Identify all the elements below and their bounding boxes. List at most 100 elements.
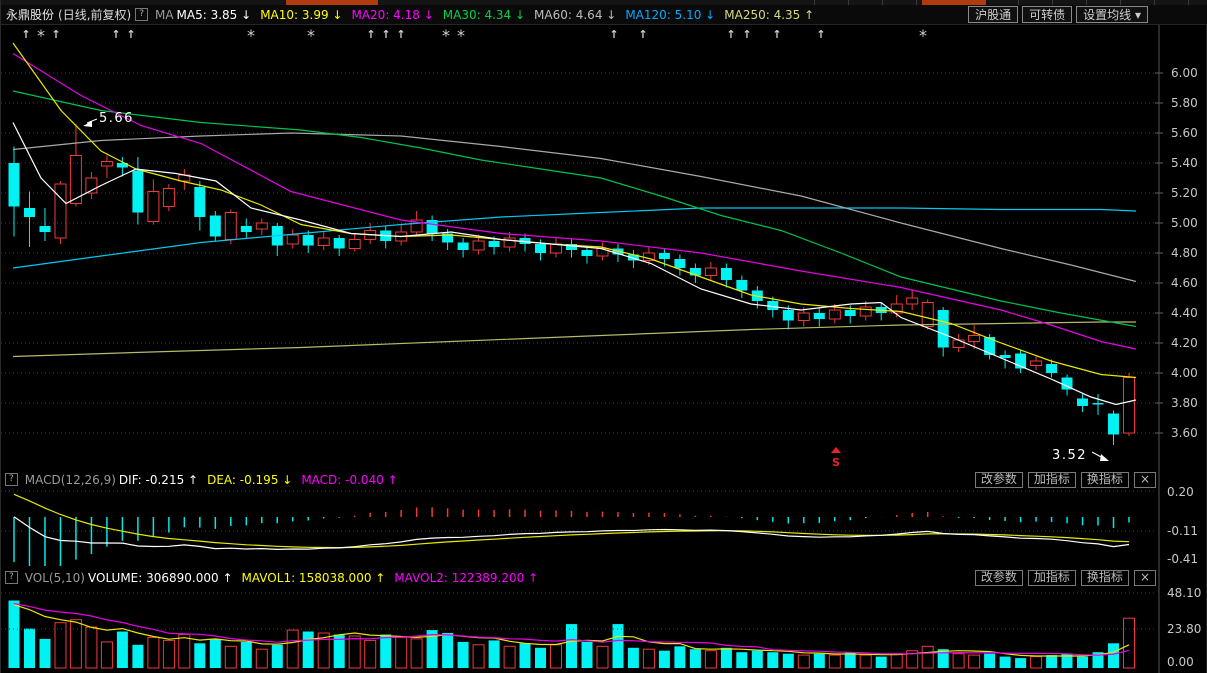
volume-bar xyxy=(396,637,407,668)
volume-bar xyxy=(349,636,360,668)
candle xyxy=(938,310,949,348)
candle xyxy=(814,313,825,319)
event-asterisk-icon[interactable]: * xyxy=(919,26,927,45)
event-arrow-icon[interactable]: ↑ xyxy=(21,28,30,41)
candle xyxy=(349,240,360,249)
macd-switch-indicator-button[interactable]: 换指标 xyxy=(1081,472,1129,488)
macd-legend: DIF: -0.215 ↑DEA: -0.195 ↓MACD: -0.040 ↑ xyxy=(119,473,407,487)
vol-add-indicator-button[interactable]: 加指标 xyxy=(1028,570,1076,586)
candle xyxy=(736,280,747,291)
event-arrow-icon[interactable]: ↑ xyxy=(772,28,781,41)
candle xyxy=(1108,414,1119,435)
volume-bar xyxy=(566,624,577,668)
volume-bar xyxy=(86,627,97,668)
volume-bar xyxy=(70,620,81,668)
xr-s-marker[interactable]: S xyxy=(832,456,840,469)
volume-bar xyxy=(458,642,469,668)
xr-triangle-icon[interactable] xyxy=(831,447,841,453)
event-arrow-icon[interactable]: ↑ xyxy=(396,28,405,41)
volume-bar xyxy=(24,629,35,668)
candle xyxy=(163,189,174,207)
volume-bar xyxy=(272,645,283,668)
price-axis-label: 5.00 xyxy=(1171,216,1198,230)
event-arrow-icon[interactable]: ↑ xyxy=(726,28,735,41)
ma-line-MA250 xyxy=(13,322,1136,357)
macd-add-indicator-button[interactable]: 加指标 xyxy=(1028,472,1076,488)
volume-bar xyxy=(163,640,174,668)
hgt-button[interactable]: 沪股通 xyxy=(968,6,1018,23)
event-asterisk-icon[interactable]: * xyxy=(307,26,315,45)
vol-help-button[interactable]: ? xyxy=(5,571,18,584)
vol-change-params-button[interactable]: 改参数 xyxy=(975,570,1023,586)
event-arrow-icon[interactable]: ↑ xyxy=(742,28,751,41)
volume-bar xyxy=(256,649,267,668)
macd-help-button[interactable]: ? xyxy=(5,473,18,486)
volume-bar xyxy=(1015,658,1026,668)
legend-item: DEA: -0.195 ↓ xyxy=(207,473,292,487)
candle xyxy=(132,171,143,213)
event-arrow-icon[interactable]: ↑ xyxy=(609,28,618,41)
dif-line xyxy=(14,517,1129,550)
volume-bar xyxy=(40,639,51,668)
candle xyxy=(194,187,205,217)
volume-bar xyxy=(829,655,840,668)
macd-axis-label: -0.41 xyxy=(1167,552,1198,566)
event-asterisk-icon[interactable]: * xyxy=(457,26,465,45)
volume-bar xyxy=(535,648,546,668)
volume-bar xyxy=(767,652,778,668)
price-axis-label: 4.20 xyxy=(1171,336,1198,350)
volume-bar xyxy=(674,646,685,668)
event-arrow-icon[interactable]: ↑ xyxy=(381,28,390,41)
help-button[interactable]: ? xyxy=(135,8,148,21)
candle xyxy=(55,184,66,238)
volume-bar xyxy=(721,648,732,668)
legend-item: VOLUME: 306890.000 ↑ xyxy=(88,571,233,585)
volume-bar xyxy=(953,654,964,668)
candle xyxy=(241,226,252,232)
volume-bar xyxy=(969,655,980,668)
candle xyxy=(148,192,159,222)
candle xyxy=(473,241,484,250)
volume-bar xyxy=(148,637,159,668)
vol-switch-indicator-button[interactable]: 换指标 xyxy=(1081,570,1129,586)
macd-axis-label: 0.20 xyxy=(1167,485,1194,499)
event-arrow-icon[interactable]: ↑ xyxy=(51,28,60,41)
candle xyxy=(721,268,732,280)
ma-settings-button[interactable]: 设置均线 ▾ xyxy=(1076,6,1148,23)
event-arrow-icon[interactable]: ↑ xyxy=(816,28,825,41)
ma-line-MA10 xyxy=(13,43,1136,378)
macd-change-params-button[interactable]: 改参数 xyxy=(975,472,1023,488)
macd-close-icon[interactable]: × xyxy=(1134,472,1156,488)
candle xyxy=(705,268,716,276)
dea-line xyxy=(14,494,1129,547)
price-annotation: 5.66 xyxy=(99,111,134,126)
candle xyxy=(535,244,546,253)
legend-item: MAVOL2: 122389.200 ↑ xyxy=(394,571,538,585)
ma-line-MA20 xyxy=(13,54,1136,350)
event-arrow-icon[interactable]: ↑ xyxy=(111,28,120,41)
event-asterisk-icon[interactable]: * xyxy=(247,26,255,45)
price-axis-label: 4.00 xyxy=(1171,366,1198,380)
vol-legend: VOLUME: 306890.000 ↑ MAVOL1: 158038.000 ↑… xyxy=(88,571,547,585)
volume-bar xyxy=(210,639,221,668)
event-asterisk-icon[interactable]: * xyxy=(37,26,45,45)
volume-bar xyxy=(876,657,887,668)
event-arrow-icon[interactable]: ↑ xyxy=(126,28,135,41)
event-arrow-icon[interactable]: ↑ xyxy=(638,28,647,41)
volume-bar xyxy=(783,654,794,668)
price-axis-label: 5.80 xyxy=(1171,96,1198,110)
volume-bar xyxy=(814,654,825,668)
candle xyxy=(969,336,980,342)
ma-legend: MA5: 3.85 ↓MA10: 3.99 ↓MA20: 4.18 ↓MA30:… xyxy=(177,8,824,22)
vol-close-icon[interactable]: × xyxy=(1134,570,1156,586)
legend-item: MAVOL1: 158038.000 ↑ xyxy=(242,571,386,585)
event-arrow-icon[interactable]: ↑ xyxy=(366,28,375,41)
event-asterisk-icon[interactable]: * xyxy=(442,26,450,45)
volume-bar xyxy=(1000,657,1011,668)
candle xyxy=(334,238,345,249)
volume-bar xyxy=(179,635,190,669)
convertible-bond-button[interactable]: 可转债 xyxy=(1022,6,1072,23)
volume-bar xyxy=(597,646,608,668)
volume-bar xyxy=(736,652,747,668)
candle xyxy=(783,310,794,321)
